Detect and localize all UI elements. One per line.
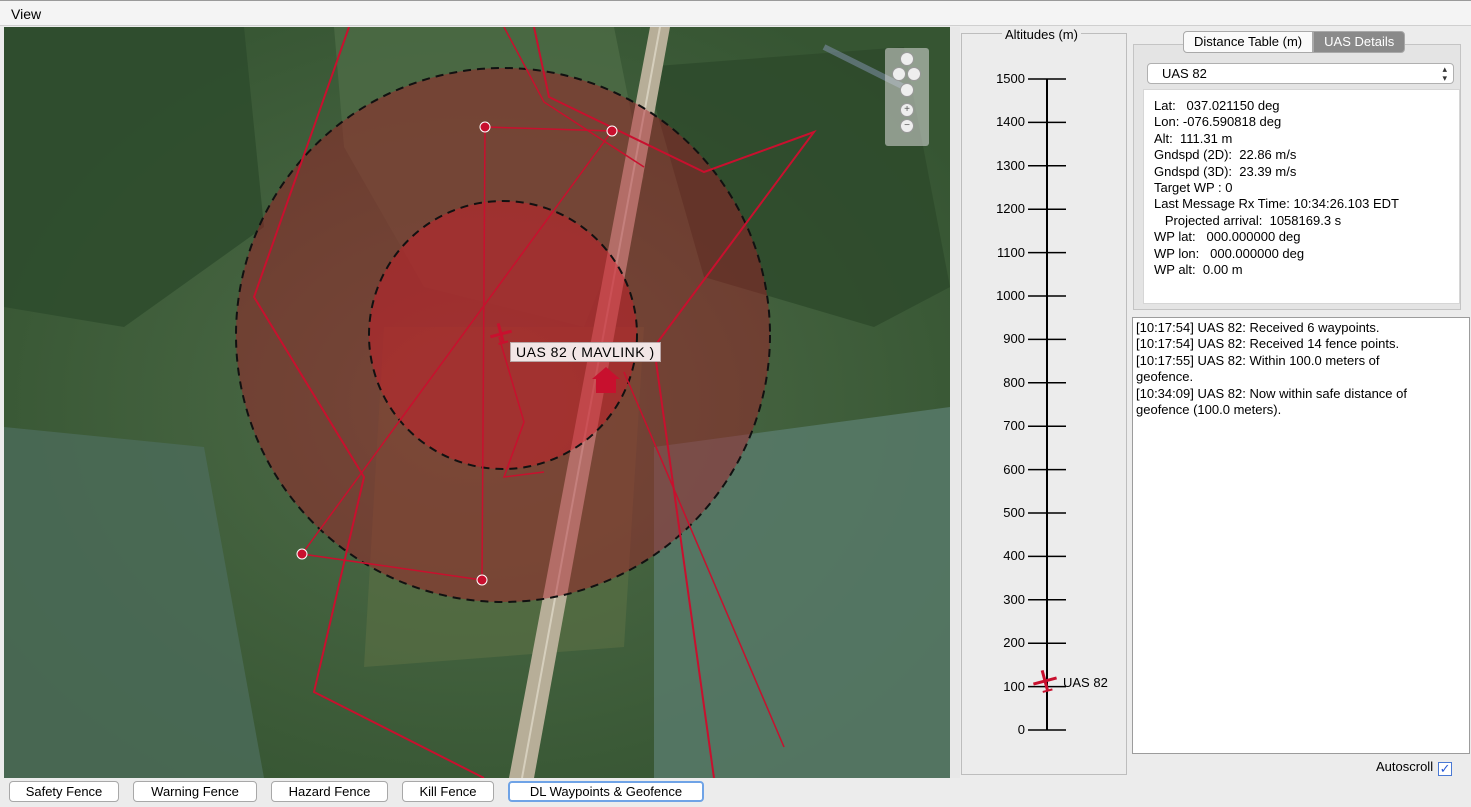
dl-waypoints-geofence-button[interactable]: DL Waypoints & Geofence <box>508 781 704 802</box>
altitude-tick-label: 0 <box>1017 722 1025 737</box>
uas-select-value: UAS 82 <box>1162 66 1207 81</box>
waypoint-marker[interactable] <box>606 125 618 137</box>
detail-target-wp: Target WP : 0 <box>1154 180 1233 196</box>
altitude-tick-label: 100 <box>1003 678 1025 694</box>
altitude-tick-label: 700 <box>1003 418 1025 434</box>
log-line: [10:17:54] UAS 82: Received 6 waypoints. <box>1136 320 1380 335</box>
zoom-out-icon[interactable]: − <box>900 119 914 133</box>
detail-alt: Alt: 111.31 m <box>1154 130 1233 146</box>
pan-left-icon[interactable] <box>892 67 906 81</box>
message-log[interactable]: [10:17:54] UAS 82: Received 6 waypoints.… <box>1132 317 1470 754</box>
detail-wp-lat: WP lat: 000.000000 deg <box>1154 229 1301 245</box>
detail-projected: Projected arrival: 1058169.3 s <box>1154 212 1342 228</box>
uas-select[interactable]: UAS 82 ▴ ▾ <box>1147 63 1454 84</box>
altitude-tick-label: 500 <box>1003 505 1025 520</box>
altitude-tick-label: 1000 <box>996 288 1025 303</box>
altitude-tick-label: 400 <box>1003 548 1025 564</box>
detail-last-msg: Last Message Rx Time: 10:34:26.103 EDT <box>1154 196 1399 212</box>
detail-wp-lon: WP lon: 000.000000 deg <box>1154 245 1305 261</box>
waypoint-marker[interactable] <box>476 574 488 586</box>
log-line: geofence (100.0 meters). <box>1136 402 1282 418</box>
tab-uas-details[interactable]: UAS Details <box>1313 31 1406 53</box>
split-pane-divider[interactable] <box>950 27 960 778</box>
altitude-panel: Altitudes (m) 1500 1400 1300 1200 1100 1000 90… <box>961 27 1127 775</box>
autoscroll-label: Autoscroll <box>1376 759 1434 774</box>
altitude-tick-label: 900 <box>1003 331 1025 347</box>
kill-fence-button[interactable]: Kill Fence <box>402 781 494 802</box>
altitude-tick-label: 300 <box>1003 591 1025 607</box>
hazard-fence-button[interactable]: Hazard Fence <box>271 781 388 802</box>
tab-distance-table[interactable]: Distance Table (m) <box>1183 31 1314 53</box>
menu-bar: View <box>0 0 1471 26</box>
altitude-uas-label: UAS 82 <box>1063 675 1108 690</box>
zoom-in-icon[interactable]: + <box>900 103 914 117</box>
map-canvas <box>4 27 950 778</box>
altitude-tick-label: 800 <box>1003 374 1025 390</box>
detail-lon: Lon: -076.590818 deg <box>1154 114 1282 130</box>
uas-details-text: Lat: 037.021150 deg Lon: -076.590818 deg… <box>1143 89 1460 304</box>
menu-view[interactable]: View <box>11 6 41 22</box>
map-navigation-control: + − <box>885 48 929 146</box>
altitude-tick-label: 1500 <box>996 71 1025 86</box>
detail-gndspd-2d: Gndspd (2D): 22.86 m/s <box>1154 147 1297 163</box>
altitude-tick-label: 1100 <box>997 244 1025 260</box>
uas-map-label: UAS 82 ( MAVLINK ) <box>510 342 661 362</box>
autoscroll-checkbox[interactable]: ✓ <box>1438 762 1453 776</box>
pan-right-icon[interactable] <box>907 67 921 81</box>
altitude-tick-label: 1300 <box>996 157 1025 173</box>
altitude-uas-icon <box>1033 669 1057 693</box>
altitude-tick-label: 200 <box>1003 635 1025 651</box>
detail-gndspd-3d: Gndspd (3D): 23.39 m/s <box>1154 163 1297 179</box>
log-line: [10:17:55] UAS 82: Within 100.0 meters o… <box>1136 352 1380 368</box>
detail-wp-alt: WP alt: 0.00 m <box>1154 262 1243 278</box>
updown-arrows-icon: ▴ ▾ <box>1442 64 1447 83</box>
altitude-tick-label: 600 <box>1003 461 1025 477</box>
detail-lat: Lat: 037.021150 deg <box>1154 98 1280 113</box>
waypoint-marker[interactable] <box>296 548 308 560</box>
autoscroll-toggle[interactable]: Autoscroll ✓ <box>1376 759 1453 776</box>
altitude-scale <box>1028 78 1066 731</box>
pan-up-icon[interactable] <box>900 52 914 66</box>
bottom-toolbar: Safety Fence Warning Fence Hazard Fence … <box>0 779 1471 807</box>
altitude-tick-label: 1400 <box>996 114 1025 130</box>
log-line: [10:17:54] UAS 82: Received 14 fence poi… <box>1136 336 1400 352</box>
warning-fence-button[interactable]: Warning Fence <box>133 781 257 802</box>
map-view[interactable]: UAS 82 ( MAVLINK ) + − <box>4 27 950 778</box>
safety-fence-button[interactable]: Safety Fence <box>9 781 119 802</box>
altitude-tick-label: 1200 <box>996 201 1025 217</box>
tab-bar: Distance Table (m) UAS Details <box>1183 31 1406 53</box>
waypoint-marker[interactable] <box>479 121 491 133</box>
log-line: [10:34:09] UAS 82: Now within safe dista… <box>1136 385 1407 401</box>
pan-down-icon[interactable] <box>900 83 914 97</box>
log-line: geofence. <box>1136 369 1194 385</box>
